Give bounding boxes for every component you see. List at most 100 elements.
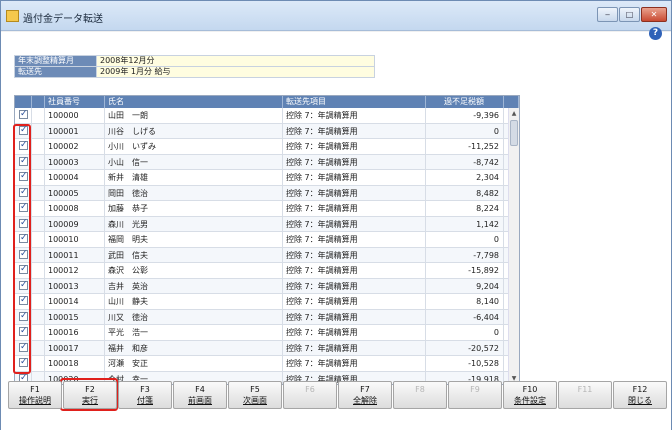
header-target-item[interactable]: 転送先項目 [283,96,426,108]
employee-no-cell[interactable]: 100012 [45,263,105,278]
name-cell[interactable]: 森沢 公彰 [105,263,283,278]
help-icon[interactable]: ? [649,27,662,40]
fkey-f10-button[interactable]: F10 条件設定 [503,381,557,409]
name-cell[interactable]: 川谷 しげる [105,123,283,138]
table-row[interactable]: 100012森沢 公彰控除 7：年調精算用-15,892 [15,263,519,279]
amount-cell[interactable]: 0 [426,232,504,247]
target-item-cell[interactable]: 控除 7：年調精算用 [283,247,426,262]
amount-cell[interactable]: -7,798 [426,247,504,262]
amount-cell[interactable]: 2,304 [426,170,504,185]
target-item-cell[interactable]: 控除 7：年調精算用 [283,154,426,169]
table-row[interactable]: 100014山川 静夫控除 7：年調精算用8,140 [15,294,519,310]
fkey-f5-button[interactable]: F5 次画面 [228,381,282,409]
employee-no-cell[interactable]: 100015 [45,309,105,324]
name-cell[interactable]: 加藤 恭子 [105,201,283,216]
employee-no-cell[interactable]: 100010 [45,232,105,247]
name-cell[interactable]: 森川 光男 [105,216,283,231]
amount-cell[interactable]: -20,572 [426,340,504,355]
table-row[interactable]: 100015川又 徳治控除 7：年調精算用-6,404 [15,309,519,325]
amount-cell[interactable]: 8,140 [426,294,504,309]
amount-cell[interactable]: -6,404 [426,309,504,324]
name-cell[interactable]: 川又 徳治 [105,309,283,324]
employee-no-cell[interactable]: 100002 [45,139,105,154]
fkey-f12-button[interactable]: F12 閉じる [613,381,667,409]
fkey-f3-button[interactable]: F3 付箋 [118,381,172,409]
target-item-cell[interactable]: 控除 7：年調精算用 [283,139,426,154]
table-row[interactable]: 100009森川 光男控除 7：年調精算用1,142 [15,216,519,232]
name-cell[interactable]: 小川 いずみ [105,139,283,154]
table-row[interactable]: 100001川谷 しげる控除 7：年調精算用0 [15,123,519,139]
employee-no-cell[interactable]: 100016 [45,325,105,340]
amount-cell[interactable]: 0 [426,325,504,340]
table-row[interactable]: 100013吉井 英治控除 7：年調精算用9,204 [15,278,519,294]
target-item-cell[interactable]: 控除 7：年調精算用 [283,201,426,216]
target-item-cell[interactable]: 控除 7：年調精算用 [283,232,426,247]
fkey-f7-button[interactable]: F7 全解除 [338,381,392,409]
employee-no-cell[interactable]: 100001 [45,123,105,138]
amount-cell[interactable]: -8,742 [426,154,504,169]
name-cell[interactable]: 武田 信夫 [105,247,283,262]
amount-cell[interactable]: 8,482 [426,185,504,200]
maximize-button[interactable]: □ [619,7,640,22]
target-item-cell[interactable]: 控除 7：年調精算用 [283,123,426,138]
target-item-cell[interactable]: 控除 7：年調精算用 [283,170,426,185]
target-item-cell[interactable]: 控除 7：年調精算用 [283,294,426,309]
target-item-cell[interactable]: 控除 7：年調精算用 [283,108,426,123]
table-row[interactable]: 100010福岡 明夫控除 7：年調精算用0 [15,232,519,248]
employee-no-cell[interactable]: 100009 [45,216,105,231]
table-row[interactable]: 100003小山 信一控除 7：年調精算用-8,742 [15,154,519,170]
name-cell[interactable]: 福井 和彦 [105,340,283,355]
name-cell[interactable]: 山田 一朗 [105,108,283,123]
name-cell[interactable]: 福岡 明夫 [105,232,283,247]
name-cell[interactable]: 山川 静夫 [105,294,283,309]
name-cell[interactable]: 岡田 徳治 [105,185,283,200]
employee-no-cell[interactable]: 100018 [45,356,105,371]
amount-cell[interactable]: -9,396 [426,108,504,123]
header-employee-no[interactable]: 社員番号 [45,96,105,108]
table-row[interactable]: 100017福井 和彦控除 7：年調精算用-20,572 [15,340,519,356]
table-row[interactable]: 100004新井 清雄控除 7：年調精算用2,304 [15,170,519,186]
scroll-up-icon[interactable]: ▲ [509,108,519,119]
name-cell[interactable]: 吉井 英治 [105,278,283,293]
table-row[interactable]: 100000山田 一朗控除 7：年調精算用-9,396 [15,108,519,124]
amount-cell[interactable]: -10,528 [426,356,504,371]
employee-no-cell[interactable]: 100000 [45,108,105,123]
target-item-cell[interactable]: 控除 7：年調精算用 [283,216,426,231]
amount-cell[interactable]: -15,892 [426,263,504,278]
employee-no-cell[interactable]: 100005 [45,185,105,200]
header-name[interactable]: 氏名 [105,96,283,108]
amount-cell[interactable]: 8,224 [426,201,504,216]
table-row[interactable]: 100008加藤 恭子控除 7：年調精算用8,224 [15,201,519,217]
employee-no-cell[interactable]: 100003 [45,154,105,169]
minimize-button[interactable]: ‒ [597,7,618,22]
amount-cell[interactable]: 0 [426,123,504,138]
employee-no-cell[interactable]: 100004 [45,170,105,185]
employee-no-cell[interactable]: 100008 [45,201,105,216]
name-cell[interactable]: 新井 清雄 [105,170,283,185]
employee-no-cell[interactable]: 100014 [45,294,105,309]
table-row[interactable]: 100018河瀬 安正控除 7：年調精算用-10,528 [15,356,519,372]
employee-no-cell[interactable]: 100013 [45,278,105,293]
table-row[interactable]: 100016平光 浩一控除 7：年調精算用0 [15,325,519,341]
target-item-cell[interactable]: 控除 7：年調精算用 [283,309,426,324]
table-row[interactable]: 100011武田 信夫控除 7：年調精算用-7,798 [15,247,519,263]
target-item-cell[interactable]: 控除 7：年調精算用 [283,356,426,371]
vertical-scrollbar[interactable]: ▲ ▼ [508,108,519,384]
target-item-cell[interactable]: 控除 7：年調精算用 [283,340,426,355]
row-checkbox[interactable] [19,108,28,122]
close-button[interactable]: ✕ [641,7,667,22]
row-checkbox-cell[interactable] [15,108,32,123]
target-item-cell[interactable]: 控除 7：年調精算用 [283,263,426,278]
fkey-f2-button[interactable]: F2 実行 [63,381,117,409]
table-row[interactable]: 100005岡田 徳治控除 7：年調精算用8,482 [15,185,519,201]
amount-cell[interactable]: 9,204 [426,278,504,293]
employee-no-cell[interactable]: 100017 [45,340,105,355]
target-item-cell[interactable]: 控除 7：年調精算用 [283,278,426,293]
table-row[interactable]: 100002小川 いずみ控除 7：年調精算用-11,252 [15,139,519,155]
header-check[interactable] [15,96,32,108]
fkey-f4-button[interactable]: F4 前画面 [173,381,227,409]
employee-no-cell[interactable]: 100011 [45,247,105,262]
name-cell[interactable]: 小山 信一 [105,154,283,169]
name-cell[interactable]: 平光 浩一 [105,325,283,340]
target-item-cell[interactable]: 控除 7：年調精算用 [283,185,426,200]
